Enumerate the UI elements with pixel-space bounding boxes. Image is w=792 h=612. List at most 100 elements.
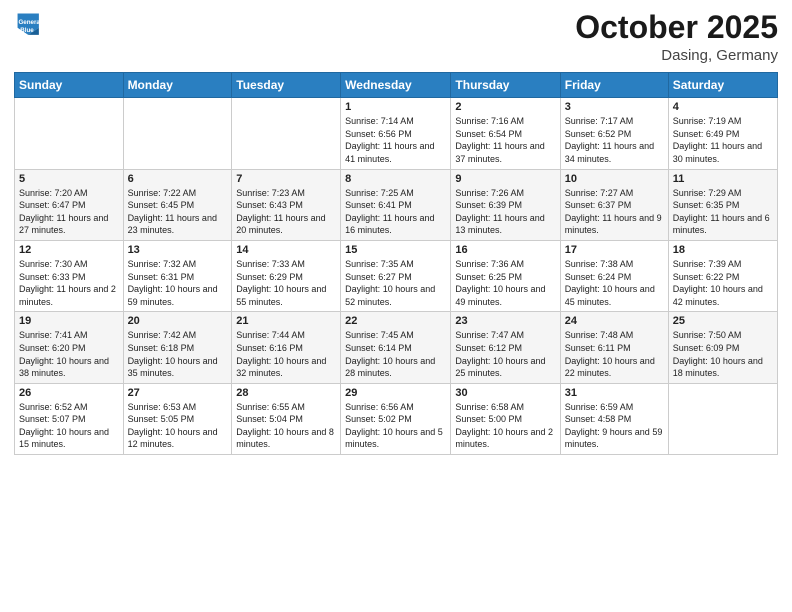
sunrise: Sunrise: 7:29 AM bbox=[673, 188, 742, 198]
day-number: 6 bbox=[128, 173, 228, 185]
daylight-hours: Daylight: 10 hours and 22 minutes. bbox=[565, 356, 655, 379]
sunrise: Sunrise: 7:22 AM bbox=[128, 188, 197, 198]
sunset: Sunset: 6:49 PM bbox=[673, 129, 740, 139]
calendar-cell: 29 Sunrise: 6:56 AMSunset: 5:02 PMDayligh… bbox=[341, 383, 451, 454]
day-number: 5 bbox=[19, 173, 119, 185]
daylight-hours: Daylight: 10 hours and 5 minutes. bbox=[345, 427, 443, 450]
header-sunday: Sunday bbox=[15, 73, 124, 98]
day-number: 9 bbox=[455, 173, 555, 185]
daylight-hours: Daylight: 10 hours and 32 minutes. bbox=[236, 356, 326, 379]
day-number: 11 bbox=[673, 173, 773, 185]
sunrise: Sunrise: 7:14 AM bbox=[345, 116, 414, 126]
day-info: Sunrise: 7:17 AMSunset: 6:52 PMDaylight:… bbox=[565, 115, 664, 165]
day-number: 29 bbox=[345, 387, 446, 399]
calendar-cell: 25Sunrise: 7:50 AMSunset: 6:09 PMDayligh… bbox=[668, 312, 777, 383]
sunset: Sunset: 6:54 PM bbox=[455, 129, 522, 139]
day-number: 8 bbox=[345, 173, 446, 185]
daylight-hours: Daylight: 11 hours and 13 minutes. bbox=[455, 213, 544, 236]
sunrise: Sunrise: 7:25 AM bbox=[345, 188, 414, 198]
calendar-cell: 20Sunrise: 7:42 AMSunset: 6:18 PMDayligh… bbox=[123, 312, 232, 383]
sunrise: Sunrise: 6:52 AM bbox=[19, 402, 88, 412]
daylight-hours: Daylight: 10 hours and 25 minutes. bbox=[455, 356, 545, 379]
daylight-hours: Daylight: 10 hours and 49 minutes. bbox=[455, 284, 545, 307]
sunset: Sunset: 6:14 PM bbox=[345, 343, 412, 353]
day-info: Sunrise: 6:59 AMSunset: 4:58 PMDaylight:… bbox=[565, 401, 664, 451]
day-info: Sunrise: 7:22 AMSunset: 6:45 PMDaylight:… bbox=[128, 187, 228, 237]
day-info: Sunrise: 7:30 AMSunset: 6:33 PMDaylight:… bbox=[19, 258, 119, 308]
daylight-hours: Daylight: 10 hours and 18 minutes. bbox=[673, 356, 763, 379]
day-info: Sunrise: 7:16 AMSunset: 6:54 PMDaylight:… bbox=[455, 115, 555, 165]
calendar-cell: 2Sunrise: 7:16 AMSunset: 6:54 PMDaylight… bbox=[451, 98, 560, 169]
sunrise: Sunrise: 7:38 AM bbox=[565, 259, 634, 269]
day-number: 23 bbox=[455, 315, 555, 327]
header-monday: Monday bbox=[123, 73, 232, 98]
week-row-2: 5Sunrise: 7:20 AMSunset: 6:47 PMDaylight… bbox=[15, 169, 778, 240]
day-info: Sunrise: 6:56 AMSunset: 5:02 PMDaylight:… bbox=[345, 401, 446, 451]
sunset: Sunset: 6:31 PM bbox=[128, 272, 195, 282]
sunset: Sunset: 5:07 PM bbox=[19, 414, 86, 424]
calendar-cell: 22Sunrise: 7:45 AMSunset: 6:14 PMDayligh… bbox=[341, 312, 451, 383]
calendar-cell: 6Sunrise: 7:22 AMSunset: 6:45 PMDaylight… bbox=[123, 169, 232, 240]
day-info: Sunrise: 7:50 AMSunset: 6:09 PMDaylight:… bbox=[673, 329, 773, 379]
svg-text:General: General bbox=[18, 19, 41, 26]
sunset: Sunset: 6:24 PM bbox=[565, 272, 632, 282]
svg-text:Blue: Blue bbox=[20, 27, 34, 34]
calendar-cell: 17Sunrise: 7:38 AMSunset: 6:24 PMDayligh… bbox=[560, 240, 668, 311]
calendar-cell: 19 Sunrise: 7:41 AMSunset: 6:20 PMDayligh… bbox=[15, 312, 124, 383]
day-number: 19 bbox=[19, 315, 119, 327]
daylight-hours: Daylight: 10 hours and 2 minutes. bbox=[455, 427, 553, 450]
calendar-cell: 28Sunrise: 6:55 AMSunset: 5:04 PMDayligh… bbox=[232, 383, 341, 454]
day-number: 30 bbox=[455, 387, 555, 399]
sunset: Sunset: 6:52 PM bbox=[565, 129, 632, 139]
sunset: Sunset: 5:02 PM bbox=[345, 414, 412, 424]
sunrise: Sunrise: 7:23 AM bbox=[236, 188, 305, 198]
calendar-cell: 31Sunrise: 6:59 AMSunset: 4:58 PMDayligh… bbox=[560, 383, 668, 454]
day-info: Sunrise: 7:32 AMSunset: 6:31 PMDaylight:… bbox=[128, 258, 228, 308]
daylight-hours: Daylight: 11 hours and 9 minutes. bbox=[565, 213, 662, 236]
calendar-cell: 1Sunrise: 7:14 AMSunset: 6:56 PMDaylight… bbox=[341, 98, 451, 169]
calendar-cell: 30Sunrise: 6:58 AMSunset: 5:00 PMDayligh… bbox=[451, 383, 560, 454]
week-row-5: 26Sunrise: 6:52 AMSunset: 5:07 PMDayligh… bbox=[15, 383, 778, 454]
day-info: Sunrise: 6:53 AMSunset: 5:05 PMDaylight:… bbox=[128, 401, 228, 451]
day-number: 20 bbox=[128, 315, 228, 327]
day-number: 18 bbox=[673, 244, 773, 256]
day-number: 14 bbox=[236, 244, 336, 256]
month-title: October 2025 bbox=[575, 10, 778, 45]
calendar-cell: 18Sunrise: 7:39 AMSunset: 6:22 PMDayligh… bbox=[668, 240, 777, 311]
calendar-cell: 5Sunrise: 7:20 AMSunset: 6:47 PMDaylight… bbox=[15, 169, 124, 240]
sunrise: Sunrise: 7:41 AM bbox=[19, 330, 88, 340]
sunset: Sunset: 6:22 PM bbox=[673, 272, 740, 282]
daylight-hours: Daylight: 10 hours and 42 minutes. bbox=[673, 284, 763, 307]
day-info: Sunrise: 7:41 AMSunset: 6:20 PMDaylight:… bbox=[19, 329, 119, 379]
week-row-1: 1Sunrise: 7:14 AMSunset: 6:56 PMDaylight… bbox=[15, 98, 778, 169]
calendar-cell: 21Sunrise: 7:44 AMSunset: 6:16 PMDayligh… bbox=[232, 312, 341, 383]
sunrise: Sunrise: 7:48 AM bbox=[565, 330, 634, 340]
daylight-hours: Daylight: 9 hours and 59 minutes. bbox=[565, 427, 663, 450]
sunset: Sunset: 5:05 PM bbox=[128, 414, 195, 424]
calendar-cell: 10Sunrise: 7:27 AMSunset: 6:37 PMDayligh… bbox=[560, 169, 668, 240]
calendar-cell: 7Sunrise: 7:23 AMSunset: 6:43 PMDaylight… bbox=[232, 169, 341, 240]
calendar-cell: 13 Sunrise: 7:32 AMSunset: 6:31 PMDayligh… bbox=[123, 240, 232, 311]
day-number: 4 bbox=[673, 101, 773, 113]
day-info: Sunrise: 6:55 AMSunset: 5:04 PMDaylight:… bbox=[236, 401, 336, 451]
day-number: 1 bbox=[345, 101, 446, 113]
day-info: Sunrise: 7:19 AMSunset: 6:49 PMDaylight:… bbox=[673, 115, 773, 165]
day-number: 17 bbox=[565, 244, 664, 256]
day-number: 15 bbox=[345, 244, 446, 256]
sunrise: Sunrise: 7:27 AM bbox=[565, 188, 634, 198]
week-row-4: 19 Sunrise: 7:41 AMSunset: 6:20 PMDayligh… bbox=[15, 312, 778, 383]
daylight-hours: Daylight: 10 hours and 52 minutes. bbox=[345, 284, 435, 307]
sunset: Sunset: 6:43 PM bbox=[236, 200, 303, 210]
sunset: Sunset: 6:45 PM bbox=[128, 200, 195, 210]
sunrise: Sunrise: 6:59 AM bbox=[565, 402, 634, 412]
sunset: Sunset: 6:56 PM bbox=[345, 129, 412, 139]
sunset: Sunset: 6:09 PM bbox=[673, 343, 740, 353]
header-wednesday: Wednesday bbox=[341, 73, 451, 98]
calendar-cell: 27Sunrise: 6:53 AMSunset: 5:05 PMDayligh… bbox=[123, 383, 232, 454]
daylight-hours: Daylight: 10 hours and 15 minutes. bbox=[19, 427, 109, 450]
daylight-hours: Daylight: 11 hours and 16 minutes. bbox=[345, 213, 434, 236]
day-number: 13 bbox=[128, 244, 228, 256]
sunset: Sunset: 6:12 PM bbox=[455, 343, 522, 353]
day-info: Sunrise: 7:33 AMSunset: 6:29 PMDaylight:… bbox=[236, 258, 336, 308]
sunrise: Sunrise: 6:55 AM bbox=[236, 402, 305, 412]
